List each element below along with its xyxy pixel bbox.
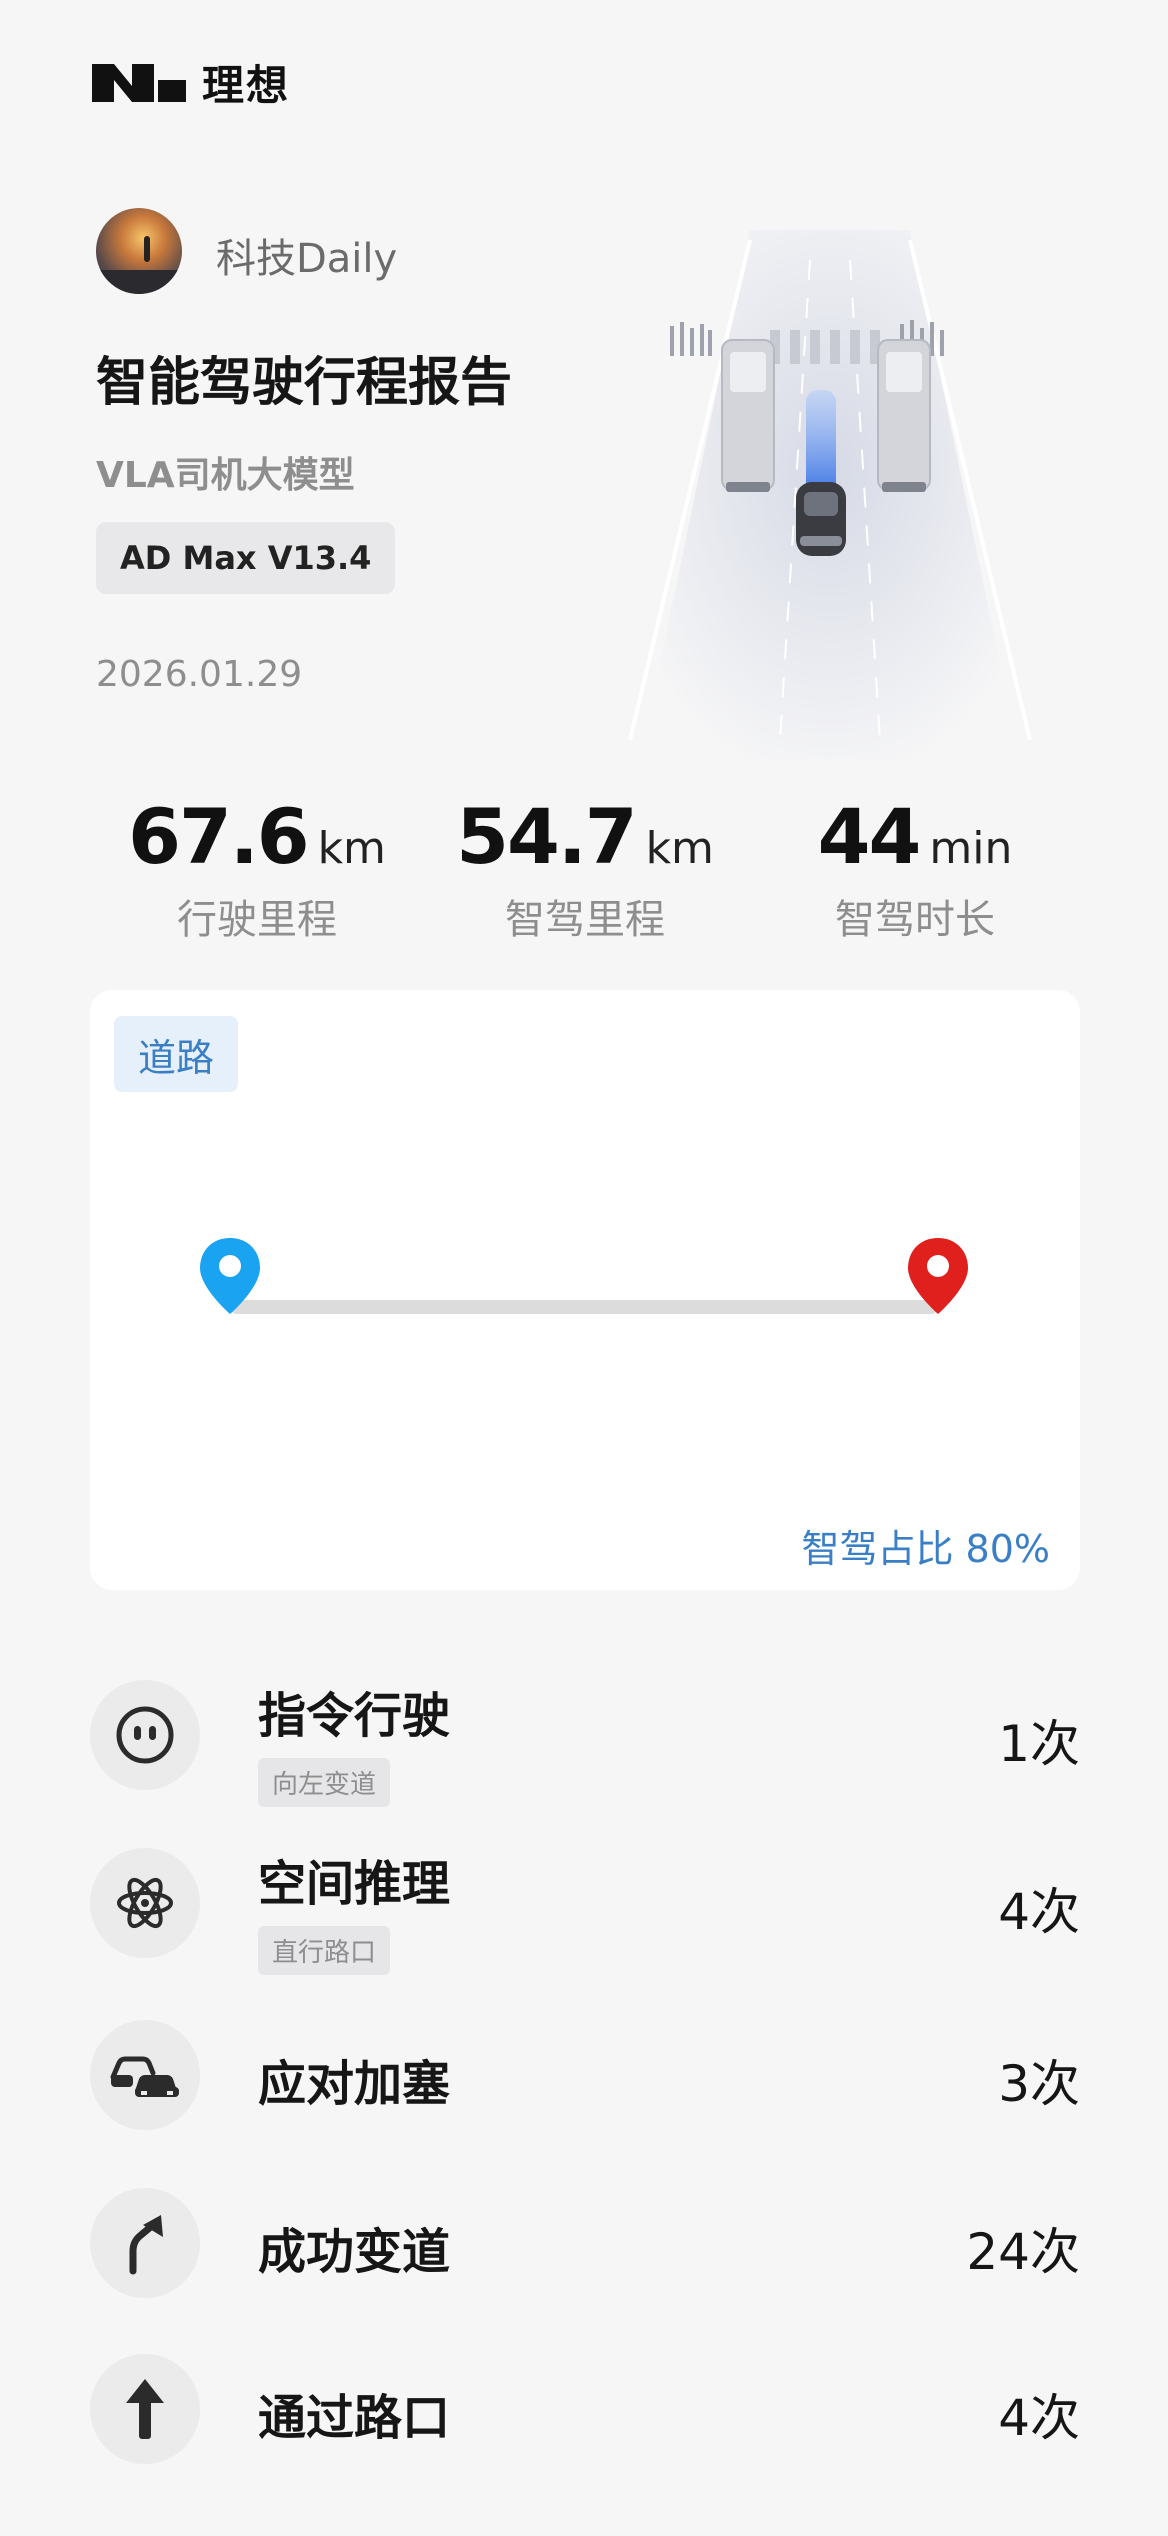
stat-unit: km — [317, 823, 386, 874]
event-count: 24次 — [966, 2223, 1080, 2281]
event-count: 4次 — [998, 1883, 1080, 1941]
list-item-lane-change: 成功变道 24次 — [90, 2188, 1080, 2298]
stat-value: 54.7 — [456, 792, 638, 881]
avatar[interactable] — [96, 208, 182, 294]
end-pin-icon — [908, 1238, 968, 1314]
route-line — [230, 1300, 938, 1314]
stat-autodrive-distance: 54.7 km 智驾里程 — [420, 792, 750, 945]
event-name: 成功变道 — [258, 2224, 451, 2280]
lane-change-icon — [129, 2215, 163, 2275]
page-title: 智能驾驶行程报告 — [96, 353, 513, 413]
list-item-spatial-reasoning: 空间推理 直行路口 4次 — [90, 1848, 1080, 1975]
stat-value: 44 — [817, 792, 922, 881]
model-subtitle: VLA司机大模型 — [96, 455, 355, 496]
brand-header: 理想 — [92, 52, 290, 113]
atom-icon — [117, 1877, 173, 1929]
stat-label: 行驶里程 — [177, 897, 337, 943]
event-name: 通过路口 — [258, 2390, 451, 2446]
report-date: 2026.01.29 — [96, 654, 303, 695]
list-item-command-drive: 指令行驶 向左变道 1次 — [90, 1680, 1080, 1807]
straight-arrow-icon — [126, 2379, 164, 2439]
cars-icon — [110, 2056, 179, 2097]
event-name: 指令行驶 — [258, 1688, 451, 1744]
stat-autodrive-duration: 44 min 智驾时长 — [750, 792, 1080, 945]
event-count: 4次 — [998, 2389, 1080, 2447]
version-badge: AD Max V13.4 — [96, 522, 396, 594]
driving-scene-illustration — [628, 230, 1032, 760]
stat-value: 67.6 — [128, 792, 310, 881]
stat-label: 智驾时长 — [835, 897, 995, 943]
stat-label: 智驾里程 — [505, 897, 665, 943]
event-name: 空间推理 — [258, 1856, 451, 1912]
event-subtag: 直行路口 — [258, 1926, 391, 1975]
brand-name: 理想 — [202, 61, 291, 110]
stat-unit: km — [645, 823, 714, 874]
li-auto-logo-icon — [92, 63, 186, 102]
start-pin-icon — [200, 1238, 260, 1314]
event-subtag: 向左变道 — [258, 1758, 391, 1807]
tab-road[interactable]: 道路 — [114, 1016, 238, 1092]
road-card: 道路 智驾占比 80% — [90, 990, 1080, 1590]
list-item-intersection: 通过路口 4次 — [90, 2354, 1080, 2464]
event-name: 应对加塞 — [258, 2056, 451, 2112]
event-count: 3次 — [998, 2055, 1080, 2113]
event-count: 1次 — [998, 1715, 1080, 1773]
list-item-cut-in: 应对加塞 3次 — [90, 2020, 1080, 2130]
autodrive-ratio: 智驾占比 80% — [801, 1527, 1050, 1571]
stat-total-distance: 67.6 km 行驶里程 — [92, 792, 422, 945]
username: 科技Daily — [216, 236, 398, 282]
stat-unit: min — [929, 823, 1013, 874]
face-icon — [116, 1706, 174, 1764]
